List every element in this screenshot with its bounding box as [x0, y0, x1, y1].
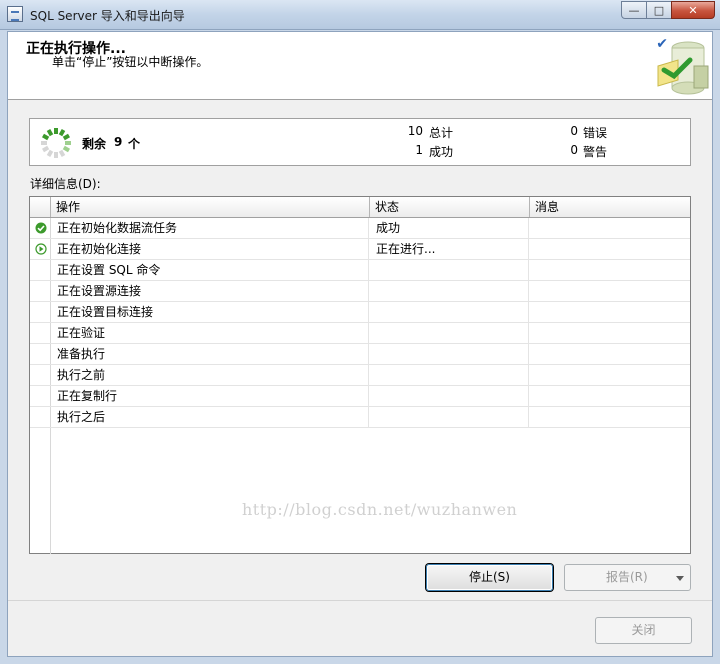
- table-row[interactable]: 正在设置 SQL 命令: [30, 260, 690, 281]
- minimize-button[interactable]: —: [621, 1, 647, 19]
- table-row[interactable]: 正在初始化连接 正在进行...: [30, 239, 690, 260]
- cell-message: [530, 218, 690, 238]
- cell-status: [370, 386, 529, 406]
- table-row[interactable]: 正在验证: [30, 323, 690, 344]
- in-progress-arrow-icon: [35, 243, 47, 255]
- cell-message: [530, 239, 690, 259]
- cell-message: [530, 344, 690, 364]
- error-count: 0: [570, 124, 578, 138]
- remaining-unit: 个: [128, 137, 141, 151]
- caption-buttons: — □ ✕: [621, 1, 715, 19]
- report-dropdown-button[interactable]: 报告(R): [564, 564, 691, 591]
- close-button[interactable]: 关闭: [595, 617, 692, 644]
- table-row[interactable]: 正在设置目标连接: [30, 302, 690, 323]
- minimize-icon: —: [628, 3, 640, 17]
- cell-operation: 正在初始化数据流任务: [51, 218, 369, 238]
- close-icon: ✕: [688, 3, 698, 17]
- spinner-spoke: [46, 149, 54, 157]
- wizard-header: 正在执行操作... 单击“停止”按钮以中断操作。 ✔: [8, 32, 712, 100]
- cell-message: [530, 407, 690, 427]
- grid-header: 操作 状态 消息: [30, 197, 690, 218]
- cell-operation: 执行之后: [51, 407, 369, 427]
- stop-button[interactable]: 停止(S): [426, 564, 553, 591]
- column-header-message[interactable]: 消息: [530, 197, 690, 217]
- cell-message: [530, 365, 690, 385]
- spinner-spoke: [42, 133, 50, 141]
- warning-count: 0: [570, 143, 578, 157]
- table-row[interactable]: 正在设置源连接: [30, 281, 690, 302]
- warning-label: 警告: [583, 145, 608, 159]
- table-row[interactable]: 执行之前: [30, 365, 690, 386]
- spinner-spoke: [62, 133, 70, 141]
- cell-operation: 正在初始化连接: [51, 239, 369, 259]
- progress-spinner-icon: [41, 128, 71, 158]
- spinner-spoke: [62, 145, 70, 153]
- footer-divider: [8, 600, 712, 601]
- column-header-operation[interactable]: 操作: [51, 197, 370, 217]
- cell-message: [530, 323, 690, 343]
- column-header-status[interactable]: 状态: [370, 197, 530, 217]
- remaining-label: 剩余: [82, 137, 107, 151]
- cell-status: [370, 260, 529, 280]
- app-icon: [7, 6, 23, 22]
- spinner-spoke: [46, 129, 54, 137]
- cell-status: [370, 302, 529, 322]
- maximize-icon: □: [653, 3, 665, 17]
- remaining-count: 9: [114, 135, 123, 149]
- table-row[interactable]: 执行之后: [30, 407, 690, 428]
- success-count: 1: [415, 143, 423, 157]
- cell-operation: 正在复制行: [51, 386, 369, 406]
- dialog-client-area: 正在执行操作... 单击“停止”按钮以中断操作。 ✔ 剩余 9 个 10 总计 …: [7, 31, 713, 657]
- details-grid[interactable]: 操作 状态 消息 正在初始化数据流任务 成功 正在初始化连接 正在进行... 正在设置 …: [29, 196, 691, 554]
- details-label: 详细信息(D):: [30, 177, 101, 191]
- wizard-banner-icon: [657, 41, 709, 95]
- success-label: 成功: [429, 145, 454, 159]
- window-title: SQL Server 导入和导出向导: [30, 9, 185, 23]
- cell-status: [370, 407, 529, 427]
- cell-operation: 正在设置源连接: [51, 281, 369, 301]
- progress-summary-panel: 剩余 9 个 10 总计 1 成功 0 错误 0 警告: [29, 118, 691, 166]
- spinner-spoke: [42, 145, 50, 153]
- page-subtitle: 单击“停止”按钮以中断操作。: [52, 55, 209, 69]
- cell-status: 成功: [370, 218, 529, 238]
- report-button-label: 报告(R): [606, 570, 648, 584]
- cell-operation: 准备执行: [51, 344, 369, 364]
- total-label: 总计: [429, 126, 454, 140]
- chevron-down-icon: [676, 576, 684, 581]
- cell-status: 正在进行...: [370, 239, 529, 259]
- icon-column-header: [30, 197, 51, 217]
- spinner-spoke: [58, 129, 66, 137]
- cell-message: [530, 302, 690, 322]
- error-label: 错误: [583, 126, 608, 140]
- table-row[interactable]: 准备执行: [30, 344, 690, 365]
- cell-status: [370, 344, 529, 364]
- success-check-icon: [35, 222, 47, 234]
- total-count: 10: [407, 124, 423, 138]
- spinner-spoke: [58, 149, 66, 157]
- maximize-button[interactable]: □: [646, 1, 672, 19]
- close-window-button[interactable]: ✕: [671, 1, 715, 19]
- cell-operation: 正在验证: [51, 323, 369, 343]
- cell-operation: 正在设置 SQL 命令: [51, 260, 369, 280]
- table-row[interactable]: 正在初始化数据流任务 成功: [30, 218, 690, 239]
- cell-status: [370, 323, 529, 343]
- cell-message: [530, 260, 690, 280]
- cell-status: [370, 365, 529, 385]
- cell-status: [370, 281, 529, 301]
- title-bar: SQL Server 导入和导出向导 — □ ✕: [0, 0, 720, 30]
- watermark-text: http://blog.csdn.net/wuzhanwen: [242, 500, 518, 519]
- cell-message: [530, 281, 690, 301]
- table-row[interactable]: 正在复制行: [30, 386, 690, 407]
- cell-operation: 正在设置目标连接: [51, 302, 369, 322]
- cell-message: [530, 386, 690, 406]
- cell-operation: 执行之前: [51, 365, 369, 385]
